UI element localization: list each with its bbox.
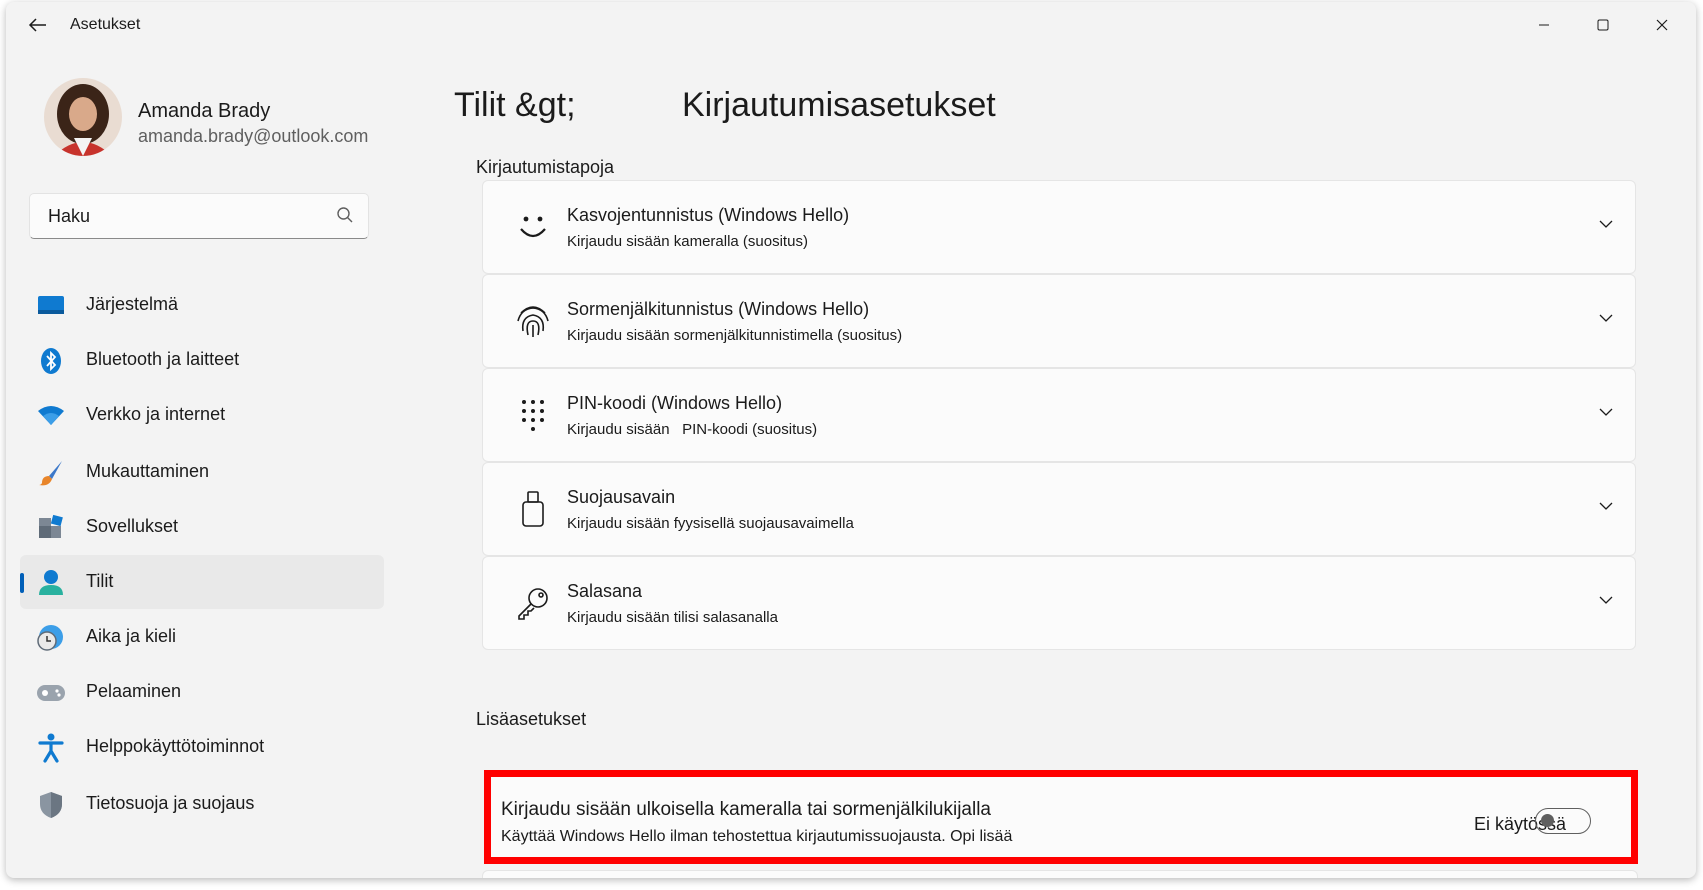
minimize-button[interactable] <box>1520 10 1568 40</box>
nav-item-helppokayttotoiminnot[interactable]: Helppokäyttötoiminnot <box>20 720 384 774</box>
nav-item-mukauttaminen[interactable]: Mukauttaminen <box>20 445 384 499</box>
method-subtitle: Kirjaudu sisään tilisi salasanalla <box>567 609 778 626</box>
user-name: Amanda Brady <box>138 100 271 122</box>
key-icon <box>513 583 553 623</box>
active-indicator <box>20 573 24 593</box>
chevron-down-icon[interactable] <box>1599 595 1613 605</box>
nav-item-pelaaminen[interactable]: Pelaaminen <box>20 665 384 719</box>
breadcrumb-parent[interactable]: Tilit &gt; <box>454 86 576 125</box>
minimize-icon <box>1539 24 1549 26</box>
next-setting-card[interactable] <box>482 870 1638 878</box>
page-title: Kirjautumisasetukset <box>682 86 996 124</box>
nav-item-tietosuoja[interactable]: Tietosuoja ja suojaus <box>20 777 384 831</box>
gamepad-icon <box>36 678 66 708</box>
nav-item-tilit[interactable]: Tilit <box>20 555 384 609</box>
face-icon <box>513 207 553 247</box>
nav-item-verkko[interactable]: Verkko ja internet <box>20 388 384 442</box>
person-icon <box>36 568 66 598</box>
chevron-down-icon[interactable] <box>1599 501 1613 511</box>
chevron-down-icon[interactable] <box>1599 407 1613 417</box>
shield-icon <box>36 790 66 820</box>
app-title: Asetukset <box>70 16 141 33</box>
method-title: Salasana <box>567 581 643 601</box>
method-card-fingerprint[interactable]: Sormenjälkitunnistus (Windows Hello) Kir… <box>482 274 1636 368</box>
usb-key-icon <box>513 489 553 529</box>
nav-label: Mukauttaminen <box>86 461 210 481</box>
setting-description: Käyttää Windows Hello ilman tehostettua … <box>501 828 1013 845</box>
toggle-knob <box>1541 814 1554 827</box>
keypad-icon <box>513 395 553 435</box>
nav-label: Bluetooth ja laitteet <box>86 349 240 369</box>
external-signin-toggle[interactable] <box>1535 808 1591 834</box>
method-subtitle: Kirjaudu sisään kameralla (suositus) <box>567 233 808 250</box>
method-subtitle: Kirjaudu sisään fyysisellä suojausavaime… <box>567 515 854 532</box>
maximize-button[interactable] <box>1579 10 1627 40</box>
nav-label: Aika ja kieli <box>86 626 177 646</box>
method-title: Kasvojentunnistus (Windows Hello) <box>567 205 850 225</box>
search-box[interactable] <box>29 193 369 239</box>
brush-icon <box>36 458 66 488</box>
nav-label: Järjestelmä <box>86 294 179 314</box>
nav-item-sovellukset[interactable]: Sovellukset <box>20 500 384 554</box>
method-title: PIN-koodi (Windows Hello) <box>567 393 783 413</box>
method-subtitle: Kirjaudu sisään sormenjälkitunnistimella… <box>567 327 903 344</box>
method-title: Suojausavain <box>567 487 676 507</box>
bluetooth-icon <box>36 346 66 376</box>
method-card-password[interactable]: Salasana Kirjaudu sisään tilisi salasana… <box>482 556 1636 650</box>
accessibility-icon <box>36 733 66 763</box>
back-button[interactable] <box>22 12 54 38</box>
nav-item-jarjestelma[interactable]: Järjestelmä <box>20 278 384 332</box>
nav-label: Verkko ja internet <box>86 404 226 424</box>
monitor-icon <box>36 291 66 321</box>
nav-item-bluetooth[interactable]: Bluetooth ja laitteet <box>20 333 384 387</box>
chevron-down-icon[interactable] <box>1599 219 1613 229</box>
method-card-security-key[interactable]: Suojausavain Kirjaudu sisään fyysisellä … <box>482 462 1636 556</box>
section-heading-additional: Lisäasetukset <box>476 709 587 729</box>
close-button[interactable] <box>1638 10 1686 40</box>
nav-label: Sovellukset <box>86 516 179 536</box>
fingerprint-icon <box>513 301 553 341</box>
maximize-icon <box>1597 19 1609 31</box>
avatar-photo <box>44 78 122 156</box>
section-heading-signin-methods: Kirjautumistapoja <box>476 157 615 177</box>
back-arrow-icon <box>28 18 46 32</box>
method-card-pin[interactable]: PIN-koodi (Windows Hello) Kirjaudu sisää… <box>482 368 1636 462</box>
method-subtitle: Kirjaudu sisään PIN-koodi (suositus) <box>567 421 818 438</box>
apps-icon <box>36 513 66 543</box>
avatar[interactable] <box>44 78 122 156</box>
method-card-face[interactable]: Kasvojentunnistus (Windows Hello) Kirjau… <box>482 180 1636 274</box>
search-icon[interactable] <box>336 206 354 224</box>
user-email: amanda.brady@outlook.com <box>138 126 369 146</box>
nav-label: Pelaaminen <box>86 681 182 701</box>
nav-label: Tilit <box>86 571 114 591</box>
setting-title: Kirjaudu sisään ulkoisella kameralla tai… <box>501 799 992 820</box>
nav-label: Tietosuoja ja suojaus <box>86 793 255 813</box>
chevron-down-icon[interactable] <box>1599 313 1613 323</box>
title-bar: Asetukset <box>6 2 1696 46</box>
globe-clock-icon <box>36 623 66 653</box>
nav-label: Helppokäyttötoiminnot <box>86 736 265 756</box>
method-title: Sormenjälkitunnistus (Windows Hello) <box>567 299 870 319</box>
external-device-signin-setting: Kirjaudu sisään ulkoisella kameralla tai… <box>484 770 1638 864</box>
search-input[interactable] <box>46 205 330 228</box>
wifi-icon <box>36 401 66 431</box>
close-icon <box>1656 19 1668 31</box>
settings-window: Asetukset Amanda Brady amanda.brady@outl… <box>6 2 1696 878</box>
nav-item-aika[interactable]: Aika ja kieli <box>20 610 384 664</box>
